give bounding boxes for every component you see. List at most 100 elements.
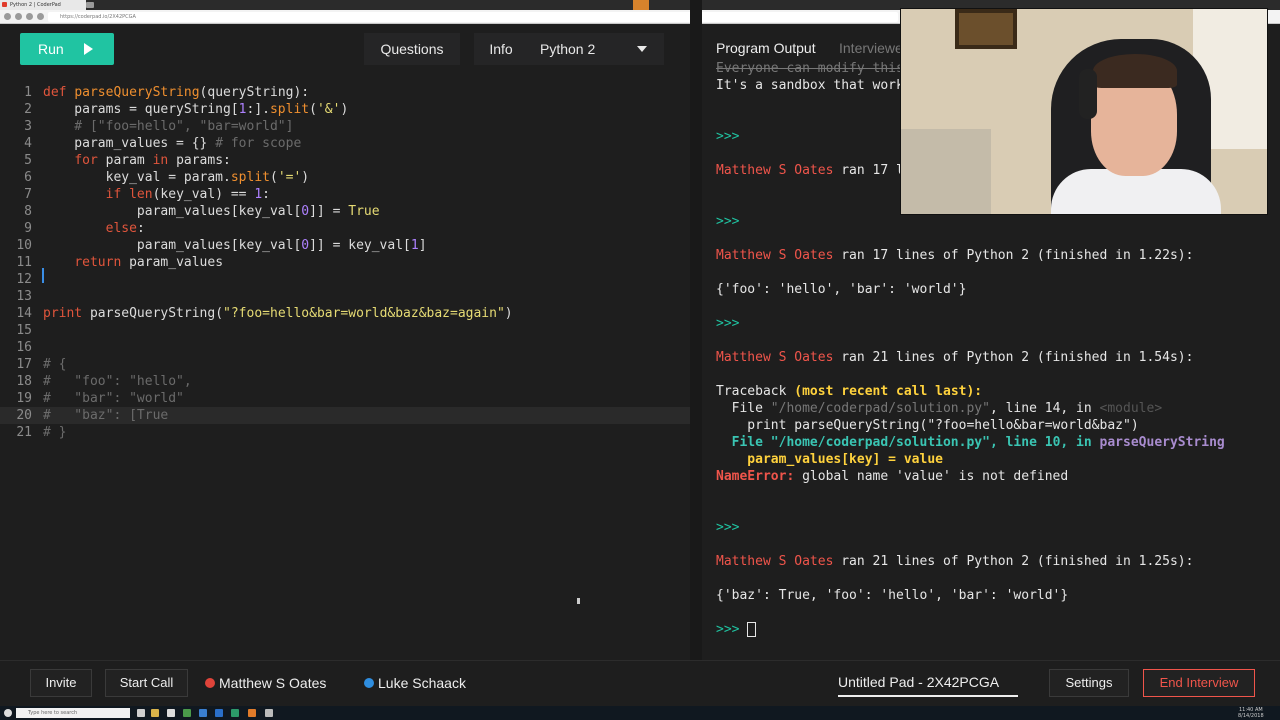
code-line: 6 key_val = param.split('=') [0, 169, 690, 186]
code-line: 5 for param in params: [0, 152, 690, 169]
questions-button[interactable]: Questions [364, 33, 460, 65]
code-text: for param in params: [74, 153, 231, 168]
code-text: def parseQueryString(queryString): [43, 85, 310, 100]
run-result: {'foo': 'hello', 'bar': 'world'} [716, 282, 967, 297]
traceback-error: NameError: global name 'value' is not de… [716, 469, 1069, 484]
file-explorer-icon[interactable] [151, 709, 159, 717]
code-line: 1 def parseQueryString(queryString): [0, 84, 690, 101]
line-number: 11 [16, 255, 32, 270]
info-button[interactable]: Info [474, 33, 528, 65]
traceback-file: File "/home/coderpad/solution.py", line … [716, 435, 1225, 450]
reload-icon[interactable] [26, 13, 33, 20]
text-cursor [42, 268, 44, 283]
line-number: 14 [16, 306, 32, 321]
code-line: 16 [0, 339, 690, 356]
mouse-pointer-icon [577, 598, 580, 604]
code-line: 21 # } [0, 424, 690, 441]
line-number: 17 [16, 357, 32, 372]
repl-prompt: >>> [716, 129, 740, 144]
invite-button[interactable]: Invite [30, 669, 92, 697]
os-taskbar: Type here to search 11:40 AM 8/14/2018 [0, 706, 1280, 720]
start-call-button[interactable]: Start Call [105, 669, 188, 697]
code-line: 2 params = queryString[1:].split('&') [0, 101, 690, 118]
line-number: 13 [16, 289, 32, 304]
code-line: 15 [0, 322, 690, 339]
chrome-icon[interactable] [183, 709, 191, 717]
play-icon [84, 43, 93, 55]
webcam-person-hair [1093, 54, 1177, 88]
code-text: else: [105, 221, 145, 236]
code-line: 19 # "bar": "world" [0, 390, 690, 407]
code-text: param_values[key_val[0]] = True [43, 204, 380, 219]
code-text: print parseQueryString("?foo=hello&bar=w… [43, 306, 513, 321]
app-icon[interactable] [265, 709, 273, 717]
windows-start-icon[interactable] [4, 709, 12, 717]
clock-date: 8/14/2018 [1238, 713, 1264, 719]
line-number: 5 [24, 153, 32, 168]
line-number: 3 [24, 119, 32, 134]
line-number: 1 [24, 85, 32, 100]
home-icon[interactable] [37, 13, 44, 20]
code-line: 11 return param_values [0, 254, 690, 271]
code-text: # "bar": "world" [43, 391, 184, 406]
store-icon[interactable] [167, 709, 175, 717]
code-line: 7 if len(key_val) == 1: [0, 186, 690, 203]
participant-luke: Luke Schaack [364, 669, 466, 697]
line-number: 21 [16, 425, 32, 440]
traceback-header: Traceback (most recent call last): [716, 384, 983, 399]
line-number: 12 [16, 272, 32, 287]
line-number: 20 [16, 408, 32, 423]
extension-icon[interactable] [633, 0, 649, 10]
code-line: 12 [0, 271, 690, 288]
back-icon[interactable] [4, 13, 11, 20]
line-number: 9 [24, 221, 32, 236]
task-view-icon[interactable] [137, 709, 145, 717]
code-line: 10 param_values[key_val[0]] = key_val[1] [0, 237, 690, 254]
repl-prompt: >>> [716, 520, 740, 535]
line-number: 7 [24, 187, 32, 202]
app-icon[interactable] [248, 709, 256, 717]
code-text: # } [43, 425, 67, 440]
taskbar-clock[interactable]: 11:40 AM 8/14/2018 [1238, 707, 1264, 719]
edge-icon[interactable] [215, 709, 223, 717]
settings-button[interactable]: Settings [1049, 669, 1129, 697]
run-summary: Matthew S Oates ran 21 lines of Python 2… [716, 553, 1193, 570]
pane-divider[interactable] [690, 0, 702, 660]
code-line: 9 else: [0, 220, 690, 237]
code-text: params = queryString[1:].split('&') [43, 102, 349, 117]
repl-input[interactable]: >>> [716, 621, 757, 638]
chevron-down-icon [637, 46, 647, 52]
presence-dot-icon [364, 678, 374, 688]
run-user: Matthew S Oates [716, 163, 834, 178]
line-number: 2 [24, 102, 32, 117]
taskbar-search-input[interactable]: Type here to search [16, 708, 130, 718]
code-text: if len(key_val) == 1: [105, 187, 270, 202]
participant-name: Matthew S Oates [219, 675, 327, 691]
run-user: Matthew S Oates [716, 554, 834, 569]
webcam-picture-frame [955, 9, 1017, 49]
run-label: Run [38, 41, 64, 57]
code-line: 18 # "foo": "hello", [0, 373, 690, 390]
forward-icon[interactable] [15, 13, 22, 20]
code-editor[interactable]: 1 def parseQueryString(queryString): 2 pa… [0, 84, 690, 644]
run-text: ran 17 lines of Python 2 (finished in 1.… [833, 248, 1194, 263]
end-interview-button[interactable]: End Interview [1143, 669, 1255, 697]
code-text: return param_values [74, 255, 224, 270]
code-line-active: 20 # "baz": [True [0, 407, 690, 424]
code-text: # { [43, 357, 67, 372]
presence-dot-icon [205, 678, 215, 688]
pad-title-input[interactable]: Untitled Pad - 2X42PCGA [838, 669, 1018, 697]
run-summary: Matthew S Oates ran 17 lines of Python 2… [716, 247, 1193, 264]
run-button[interactable]: Run [20, 33, 114, 65]
app-icon[interactable] [231, 709, 239, 717]
url-input[interactable]: https://coderpad.io/2X42PCGA [48, 12, 898, 22]
vscode-icon[interactable] [199, 709, 207, 717]
browser-tab[interactable]: Python 2 | CoderPad [0, 0, 86, 10]
new-tab-icon[interactable] [86, 2, 94, 8]
webcam-video [900, 8, 1268, 215]
code-line: 13 [0, 288, 690, 305]
code-line: 17 # { [0, 356, 690, 373]
code-text: key_val = param.split('=') [43, 170, 310, 185]
tab-program-output[interactable]: Program Output [716, 40, 816, 56]
code-line: 8 param_values[key_val[0]] = True [0, 203, 690, 220]
